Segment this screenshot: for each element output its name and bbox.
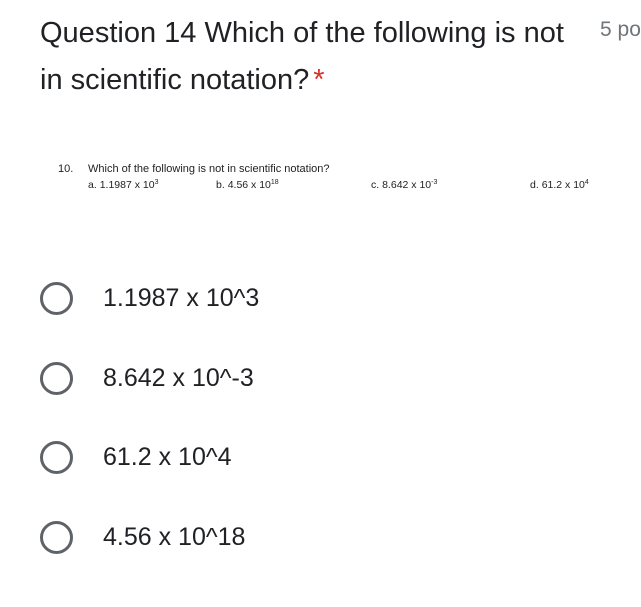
image-option-b: b. 4.56 x 1018 [216,179,279,191]
radio-button[interactable] [40,361,73,395]
answer-option-label: 61.2 x 10^4 [103,442,232,471]
image-option-a: a. 1.1987 x 103 [88,179,159,191]
radio-button[interactable] [40,440,73,474]
image-option-d: d. 61.2 x 104 [530,179,589,191]
answer-option-label: 4.56 x 10^18 [103,522,246,551]
points-label: 5 po [600,18,641,41]
answer-option[interactable]: 1.1987 x 10^3 [40,276,600,320]
image-question-stem: Which of the following is not in scienti… [88,163,330,175]
radio-button[interactable] [40,520,73,554]
answer-option[interactable]: 4.56 x 10^18 [40,515,600,559]
answer-option[interactable]: 8.642 x 10^-3 [40,356,600,400]
question-title: Question 14 Which of the following is no… [40,10,585,104]
image-option-c: c. 8.642 x 10-3 [371,179,438,191]
question-title-text: Question 14 Which of the following is no… [40,17,564,96]
answer-option-label: 8.642 x 10^-3 [103,363,254,392]
answer-option-label: 1.1987 x 10^3 [103,283,260,312]
answer-option[interactable]: 61.2 x 10^4 [40,435,600,479]
question-image: 10. Which of the following is not in sci… [58,161,618,201]
radio-button[interactable] [40,281,73,315]
required-asterisk: * [313,64,325,96]
image-question-number: 10. [58,163,74,175]
